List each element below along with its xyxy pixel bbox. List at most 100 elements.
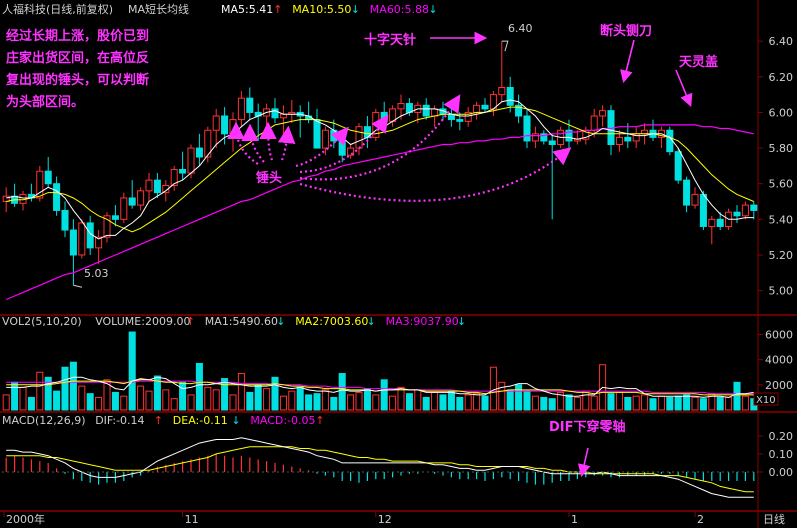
- candle-body: [111, 215, 119, 220]
- legend-item: MA10:5.50: [292, 3, 351, 16]
- volume-bar: [263, 388, 271, 411]
- high-marker: 6.40: [508, 22, 533, 35]
- volume-bar: [380, 379, 388, 411]
- volume-bar: [683, 394, 691, 411]
- volume-bar: [615, 391, 623, 411]
- volume-bar: [607, 393, 615, 411]
- candle-body: [683, 179, 691, 206]
- y-tick-label: 6.20: [769, 71, 794, 84]
- low-label: 5.03: [84, 267, 109, 280]
- candle-body: [187, 147, 195, 174]
- volume-bar: [246, 391, 254, 411]
- candle-body: [422, 104, 430, 117]
- candle-body: [741, 204, 749, 217]
- volume-bar: [128, 331, 136, 411]
- volume-bar: [288, 390, 296, 411]
- y-tick-label: 0.20: [769, 430, 794, 443]
- legend-item: MACD(12,26,9): [2, 414, 86, 427]
- volume-bar: [2, 394, 10, 411]
- candle-body: [120, 197, 128, 220]
- candle-body: [498, 86, 506, 96]
- volume-bar: [86, 393, 94, 411]
- volume-bar: [296, 386, 304, 411]
- annotation-broken-knife: 断头铡刀: [600, 23, 652, 39]
- volume-bar: [473, 393, 481, 411]
- volume-bar: [523, 390, 531, 411]
- legend-arrow: ↓: [231, 414, 240, 427]
- volume-bar: [162, 389, 170, 411]
- legend-item: MA2:7003.60: [295, 315, 368, 328]
- candle-body: [599, 110, 607, 117]
- candle-body: [212, 115, 220, 131]
- legend-arrow: ↓: [276, 315, 285, 328]
- high-label: 6.40: [508, 22, 533, 35]
- volume-bar: [498, 381, 506, 411]
- y-tick-label: 5.00: [769, 285, 794, 298]
- candle-body: [137, 190, 145, 206]
- candle-body: [128, 197, 136, 206]
- candle-body: [548, 140, 556, 146]
- legend-arrow: ↓: [367, 315, 376, 328]
- volume-bar: [212, 389, 220, 411]
- volume-bar: [36, 371, 44, 411]
- volume-bar: [170, 398, 178, 411]
- candle-body: [61, 209, 69, 231]
- volume-bar: [540, 396, 548, 411]
- note-line-2: 庄家出货区间，在高位反: [6, 50, 149, 66]
- legend-arrow: ↑: [315, 414, 324, 427]
- note-line-4: 为头部区间。: [6, 94, 84, 110]
- volume-bar: [187, 394, 195, 411]
- volume-bar: [573, 396, 581, 411]
- legend-item: MA5:5.41: [221, 3, 273, 16]
- legend-item: MACD:-0.05: [250, 414, 315, 427]
- legend-item: MA3:9037.90: [386, 315, 459, 328]
- price-legend: MA5:5.41 ↑ MA10:5.50 ↓ MA60:5.88 ↓: [221, 3, 438, 16]
- y-tick-label: 5.80: [769, 142, 794, 155]
- volume-bar: [179, 381, 187, 411]
- candle-body: [321, 129, 329, 149]
- period-label: 日线: [763, 512, 785, 526]
- volume-bar: [363, 388, 371, 411]
- price-title: 人福科技(日线,前复权): [2, 2, 113, 16]
- candle-body: [750, 204, 758, 211]
- y-tick-label: 6.40: [769, 35, 794, 48]
- volume-bar: [204, 386, 212, 411]
- volume-bar: [254, 384, 262, 411]
- volume-bar: [237, 373, 245, 411]
- volume-bar: [481, 395, 489, 411]
- volume-bar: [431, 391, 439, 411]
- volume-unit-box: X10: [753, 392, 779, 406]
- candle-body: [624, 136, 632, 142]
- candle-body: [456, 119, 464, 122]
- volume-bar: [137, 385, 145, 411]
- volume-bar: [548, 398, 556, 411]
- candle-body: [708, 218, 716, 227]
- y-tick-label: 2000: [765, 379, 793, 392]
- candle-body: [615, 136, 623, 146]
- candle-body: [195, 147, 203, 158]
- y-tick-label: 6000: [765, 329, 793, 342]
- annotation-hammer: 锤头: [255, 170, 282, 186]
- volume-bar: [741, 395, 749, 411]
- candle-body: [380, 111, 388, 122]
- volume-bar: [372, 394, 380, 411]
- x-tick-label: 12: [378, 513, 392, 526]
- volume-bar: [305, 394, 313, 411]
- volume-bar: [590, 395, 598, 411]
- volume-bar: [195, 362, 203, 411]
- candle-body: [473, 104, 481, 113]
- volume-bar: [27, 396, 35, 411]
- volume-bar: [456, 396, 464, 411]
- legend-arrow: ↓: [457, 315, 466, 328]
- legend-arrow: ↓: [351, 3, 360, 16]
- x-tick-label: 11: [185, 513, 199, 526]
- legend-arrow: ↓: [428, 3, 437, 16]
- y-tick-label: 0.00: [769, 466, 794, 479]
- volume-bar: [657, 395, 665, 411]
- candle-body: [641, 129, 649, 135]
- y-tick-label: 5.60: [769, 178, 794, 191]
- volume-bar: [347, 394, 355, 411]
- candle-body: [69, 229, 77, 256]
- volume-bar: [229, 394, 237, 411]
- volume-bar: [120, 395, 128, 411]
